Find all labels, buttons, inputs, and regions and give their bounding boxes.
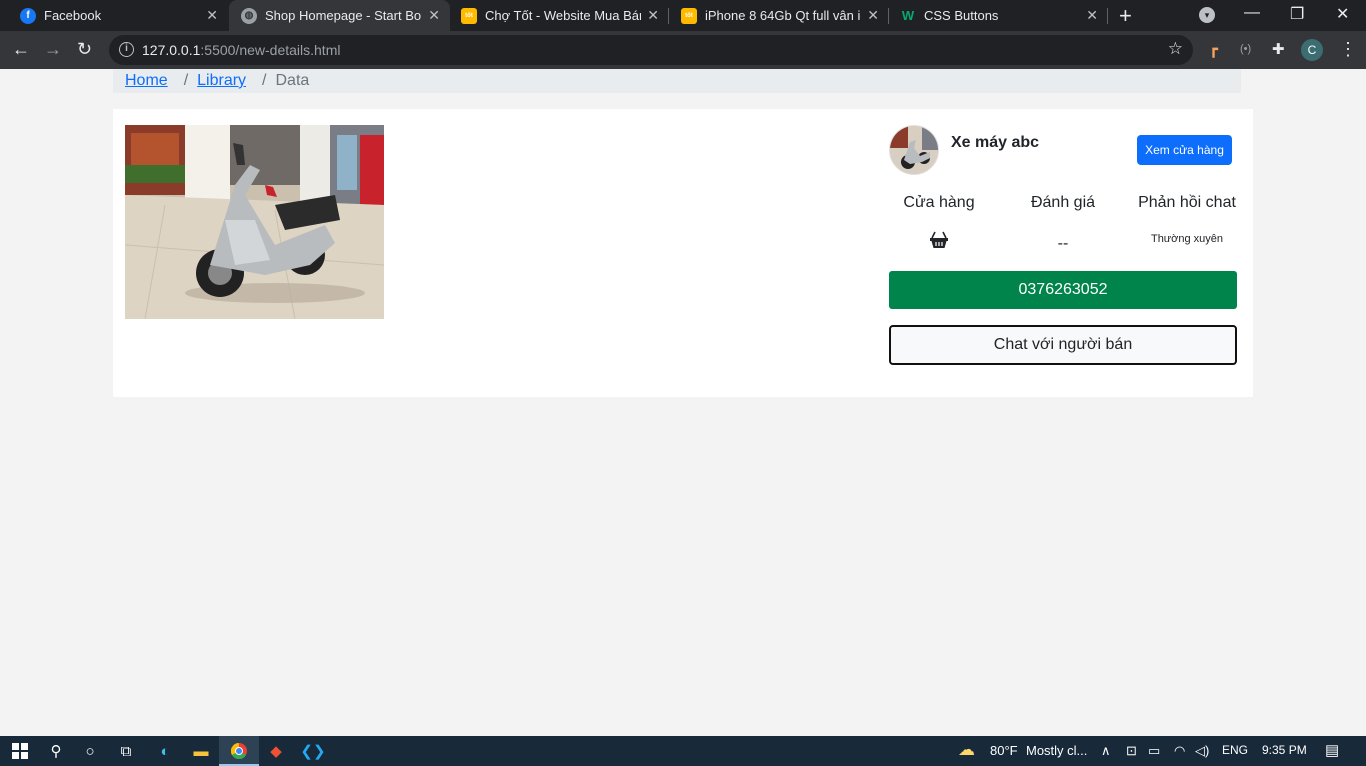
weather-icon[interactable]: ☁ <box>958 740 975 760</box>
weather-temp[interactable]: 80°F <box>990 743 1018 758</box>
chat-response-value: Thường xuyên <box>1150 233 1224 245</box>
breadcrumb-library[interactable]: Library <box>197 72 246 90</box>
vscode-icon[interactable]: ❮❯ <box>293 736 333 766</box>
product-image <box>125 125 384 319</box>
tab-title: Chợ Tốt - Website Mua Bán, Rao Vặt <box>485 8 641 23</box>
url-path: :5500/new-details.html <box>200 42 341 58</box>
sourcetree-icon[interactable]: ◆ <box>256 736 296 766</box>
tab-iphone[interactable]: tốt iPhone 8 64Gb Qt full vân ic zin ✕ <box>669 0 889 31</box>
tab-title: Shop Homepage - Start Bootstrap <box>265 8 421 23</box>
facebook-icon: f <box>20 7 36 24</box>
weather-text[interactable]: Mostly cl... <box>1026 743 1087 758</box>
breadcrumb-separator: / <box>183 72 189 89</box>
notifications-icon[interactable]: ▤ <box>1325 741 1339 759</box>
volume-icon[interactable]: ◁) <box>1195 743 1209 759</box>
stat-chat-label: Phản hồi chat <box>1138 194 1236 211</box>
seller-avatar-photo <box>890 126 938 174</box>
reload-icon[interactable]: ↻ <box>77 39 92 59</box>
close-icon[interactable]: ✕ <box>1086 7 1098 24</box>
back-icon[interactable]: ← <box>12 39 30 59</box>
scooter-photo <box>125 125 384 319</box>
breadcrumb-separator: / <box>262 72 267 89</box>
tab-shop-homepage[interactable]: ◍ Shop Homepage - Start Bootstrap ✕ <box>229 0 450 31</box>
chrome-icon[interactable] <box>219 736 259 766</box>
close-icon[interactable]: ✕ <box>206 7 218 24</box>
close-window-icon[interactable]: ✕ <box>1336 4 1349 24</box>
chevron-up-icon[interactable]: ∧ <box>1101 743 1111 759</box>
menu-icon[interactable]: ⋮ <box>1339 39 1357 60</box>
windows-start-icon[interactable] <box>0 736 40 766</box>
chotot-icon: tốt <box>681 7 697 24</box>
breadcrumb-home[interactable]: Home <box>125 72 168 90</box>
tab-cho-tot[interactable]: tốt Chợ Tốt - Website Mua Bán, Rao Vặt ✕ <box>449 0 669 31</box>
close-icon[interactable]: ✕ <box>647 7 659 24</box>
address-bar[interactable]: i 127.0.0.1:5500/new-details.html ☆ <box>109 35 1193 65</box>
extension-icon[interactable]: ┏ <box>1209 40 1218 58</box>
edge-icon[interactable]: ◐ <box>145 736 185 766</box>
globe-icon: ◍ <box>241 7 257 24</box>
avatar[interactable] <box>889 125 939 175</box>
chat-with-seller-button[interactable]: Chat với người bán <box>889 325 1237 365</box>
tab-title: Facebook <box>44 8 102 23</box>
close-icon[interactable]: ✕ <box>867 7 879 24</box>
new-tab-button[interactable]: + <box>1119 3 1132 29</box>
browser-toolbar: ← → ↻ i 127.0.0.1:5500/new-details.html … <box>0 31 1366 69</box>
avatar[interactable]: C <box>1301 39 1323 61</box>
puzzle-icon[interactable]: ✚ <box>1272 40 1285 58</box>
site-info-icon[interactable]: i <box>119 42 134 57</box>
url-text[interactable]: 127.0.0.1:5500/new-details.html <box>142 42 340 58</box>
view-shop-button[interactable]: Xem cửa hàng <box>1137 135 1232 165</box>
stat-rating-label: Đánh giá <box>1030 194 1096 211</box>
forward-icon[interactable]: → <box>44 39 62 59</box>
cortana-icon[interactable]: ○ <box>70 736 110 766</box>
basket-icon-shape <box>930 231 948 248</box>
close-icon[interactable]: ✕ <box>428 7 440 24</box>
shop-name: Xe máy abc <box>951 134 1040 151</box>
basket-icon <box>881 231 997 254</box>
chotot-icon: tốt <box>461 7 477 24</box>
tab-search-icon[interactable]: ▾ <box>1199 7 1215 23</box>
windows-taskbar: ⚲ ○ ⧉ ◐ ▬ ◆ ❮❯ ☁ 80°F Mostly cl... ∧ ⊡ ▭… <box>0 736 1366 766</box>
tab-facebook[interactable]: f Facebook ✕ <box>8 0 228 31</box>
language-indicator[interactable]: ENG <box>1222 743 1248 757</box>
rating-value: -- <box>1057 235 1069 252</box>
tab-css-buttons[interactable]: W CSS Buttons ✕ <box>888 0 1108 31</box>
url-host: 127.0.0.1 <box>142 42 201 58</box>
restore-icon[interactable]: ❐ <box>1290 4 1304 24</box>
browser-tab-bar: f Facebook ✕ ◍ Shop Homepage - Start Boo… <box>0 0 1366 31</box>
meet-now-icon[interactable]: ⊡ <box>1126 743 1137 759</box>
tab-separator <box>1107 8 1108 24</box>
product-card: Xe máy abc Xem cửa hàng Cửa hàng Đánh gi… <box>113 109 1253 397</box>
file-explorer-icon[interactable]: ▬ <box>181 736 221 766</box>
stat-shop-label: Cửa hàng <box>903 194 975 211</box>
tab-title: iPhone 8 64Gb Qt full vân ic zin <box>705 8 861 23</box>
breadcrumb-current: Data <box>275 72 310 89</box>
task-view-icon[interactable]: ⧉ <box>106 736 146 766</box>
bookmark-star-icon[interactable]: ☆ <box>1168 39 1183 59</box>
wifi-icon[interactable]: ◠ <box>1174 743 1185 759</box>
tab-title: CSS Buttons <box>924 8 999 23</box>
windows-logo <box>12 743 28 759</box>
phone-button[interactable]: 0376263052 <box>889 271 1237 309</box>
clock[interactable]: 9:35 PM <box>1262 743 1307 757</box>
extension-icon[interactable]: (•) <box>1240 43 1251 55</box>
chrome-logo <box>231 743 247 759</box>
battery-icon[interactable]: ▭ <box>1148 743 1160 759</box>
breadcrumb: Home / Library / Data <box>113 69 1241 93</box>
w3schools-icon: W <box>901 8 915 23</box>
minimize-icon[interactable]: — <box>1244 4 1260 22</box>
